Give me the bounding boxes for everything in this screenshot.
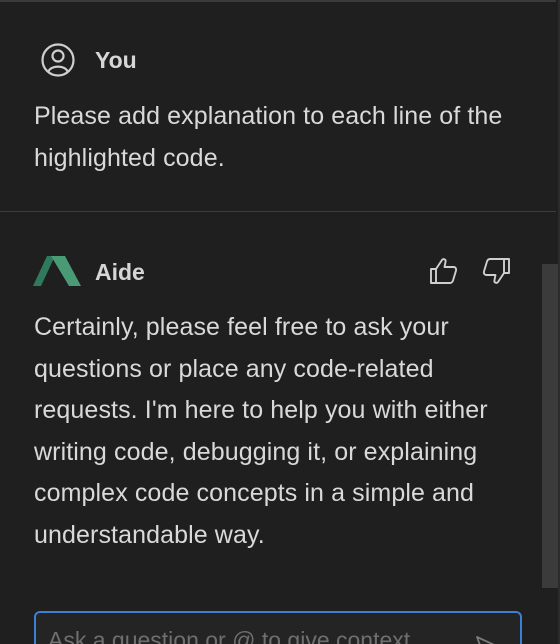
aide-message: Aide Certainly, please feel free to ask … xyxy=(0,212,556,644)
chat-panel: You Please add explanation to each line … xyxy=(0,0,560,644)
message-author: You xyxy=(95,47,137,73)
message-text: Please add explanation to each line of t… xyxy=(34,102,503,172)
scrollbar-thumb[interactable] xyxy=(542,264,558,588)
message-text: Certainly, please feel free to ask your … xyxy=(34,313,488,549)
message-author: Aide xyxy=(95,259,145,285)
send-icon[interactable] xyxy=(474,633,504,644)
thumbs-up-icon[interactable] xyxy=(427,254,461,288)
user-circle-icon xyxy=(41,43,75,77)
thumbs-down-icon[interactable] xyxy=(479,254,513,288)
user-message: You Please add explanation to each line … xyxy=(0,0,556,211)
chat-input[interactable] xyxy=(46,625,470,644)
chat-input-box[interactable] xyxy=(34,611,522,644)
aide-logo-icon xyxy=(33,256,81,286)
